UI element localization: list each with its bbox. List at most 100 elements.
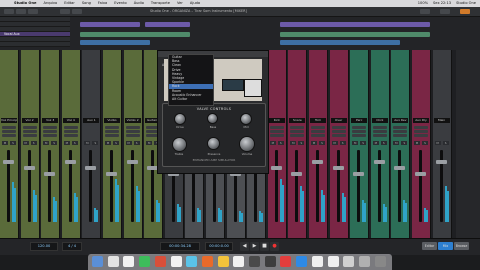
fader-cap[interactable] (3, 160, 14, 164)
mute-button[interactable]: M (290, 141, 297, 145)
insert-slot[interactable] (331, 134, 346, 137)
channel-strip[interactable]: Main M S (432, 50, 452, 238)
fader-cap[interactable] (394, 166, 406, 170)
solo-button[interactable]: S (30, 141, 37, 145)
toolbar-button[interactable] (72, 9, 82, 14)
insert-slot[interactable] (43, 134, 58, 137)
insert-area[interactable] (310, 55, 326, 115)
insert-slot[interactable] (125, 130, 140, 133)
insert-slot[interactable] (352, 134, 367, 137)
menu-item-song[interactable]: Song (82, 0, 91, 7)
insert-slot[interactable] (372, 130, 387, 133)
track-header[interactable] (0, 42, 70, 47)
insert-slot[interactable] (352, 126, 367, 129)
dock-app-icon[interactable] (107, 256, 119, 267)
solo-button[interactable]: S (422, 141, 428, 145)
channel-strip[interactable]: Click M S (370, 50, 390, 238)
insert-slot[interactable] (2, 134, 16, 137)
mute-button[interactable]: M (414, 141, 420, 145)
insert-slot[interactable] (352, 130, 367, 133)
dock-app-icon[interactable] (186, 256, 198, 267)
insert-slot[interactable] (43, 130, 58, 133)
insert-slot[interactable] (63, 134, 78, 137)
toolbar-button[interactable] (420, 9, 430, 14)
insert-slot[interactable] (434, 134, 449, 137)
insert-slot[interactable] (22, 130, 37, 133)
channel-strip[interactable]: Over M S (329, 50, 349, 238)
insert-slot[interactable] (414, 126, 428, 129)
audio-region[interactable] (280, 32, 430, 37)
dock-app-icon[interactable] (296, 256, 308, 267)
mid-knob[interactable] (241, 114, 251, 124)
channel-name[interactable]: Kick (268, 118, 285, 123)
volume-fader[interactable] (336, 150, 340, 222)
insert-slot[interactable] (414, 134, 428, 137)
insert-area[interactable] (83, 55, 99, 115)
audio-region[interactable] (80, 32, 190, 37)
channel-strip[interactable]: Aux Rev M S (391, 50, 411, 238)
dock-app-icon[interactable] (249, 256, 260, 267)
mute-button[interactable]: M (311, 141, 317, 145)
insert-slot[interactable] (290, 130, 305, 133)
channel-name[interactable]: Voz 3 (42, 118, 59, 123)
solo-button[interactable]: S (298, 141, 305, 145)
menu-item-edit[interactable]: Editar (64, 0, 75, 7)
mute-button[interactable]: M (22, 141, 29, 145)
insert-slot[interactable] (105, 134, 119, 137)
insert-slot[interactable] (105, 126, 119, 129)
mute-button[interactable]: M (146, 141, 153, 145)
insert-area[interactable] (104, 55, 120, 115)
toolbar-button[interactable] (60, 9, 70, 14)
dock-app-icon[interactable] (264, 256, 276, 267)
dock-app-icon[interactable] (358, 256, 370, 267)
insert-area[interactable] (289, 55, 305, 115)
insert-slot[interactable] (393, 130, 408, 133)
fader-cap[interactable] (126, 160, 138, 164)
channel-name[interactable]: Click (371, 118, 388, 123)
dock-app-icon[interactable] (217, 256, 229, 267)
channel-name[interactable]: Voz Principal (1, 118, 17, 123)
channel-strip[interactable]: Voz 3 MS (41, 50, 61, 238)
toolbar-button[interactable] (4, 9, 14, 14)
dock-app-icon[interactable] (92, 256, 103, 267)
audio-region[interactable] (280, 40, 400, 45)
menu-item-view[interactable]: Ver (177, 0, 183, 7)
insert-slot[interactable] (393, 134, 408, 137)
insert-slot[interactable] (63, 126, 78, 129)
channel-name[interactable]: Aux Rev (392, 118, 409, 123)
mute-button[interactable]: M (372, 141, 379, 145)
dock-app-icon[interactable] (311, 256, 323, 267)
channel-strip[interactable]: Tom M S (309, 50, 328, 238)
insert-slot[interactable] (2, 126, 16, 129)
audio-region[interactable] (80, 22, 140, 27)
insert-slot[interactable] (84, 126, 99, 129)
insert-slot[interactable] (393, 126, 408, 129)
insert-slot[interactable] (22, 134, 37, 137)
channel-strip[interactable]: Voz 4 MS (61, 50, 81, 238)
signature-display[interactable]: 4 / 4 (62, 242, 82, 251)
insert-slot[interactable] (331, 126, 346, 129)
insert-area[interactable] (392, 55, 408, 115)
volume-fader[interactable] (89, 150, 93, 222)
menu-item-event[interactable]: Evento (114, 0, 127, 7)
insert-slot[interactable] (290, 126, 305, 129)
channel-name[interactable]: Over (330, 118, 347, 123)
insert-slot[interactable] (311, 126, 325, 129)
channel-strip[interactable]: Snare M S (288, 50, 308, 238)
mute-button[interactable]: M (393, 141, 400, 145)
insert-slot[interactable] (290, 134, 305, 137)
fader-cap[interactable] (64, 160, 76, 164)
solo-button[interactable]: S (10, 141, 16, 145)
solo-button[interactable]: S (51, 141, 58, 145)
toolbar-button[interactable] (28, 9, 38, 14)
mute-button[interactable]: M (105, 141, 111, 145)
solo-button[interactable]: S (277, 141, 284, 145)
mute-button[interactable]: M (434, 141, 441, 145)
channel-name[interactable]: Violão 2 (124, 118, 141, 123)
solo-button[interactable]: S (71, 141, 78, 145)
fader-cap[interactable] (23, 166, 35, 170)
fader-cap[interactable] (435, 160, 447, 164)
mute-button[interactable]: M (331, 141, 338, 145)
channel-name[interactable]: Violão (104, 118, 120, 123)
solo-button[interactable]: S (92, 141, 99, 145)
